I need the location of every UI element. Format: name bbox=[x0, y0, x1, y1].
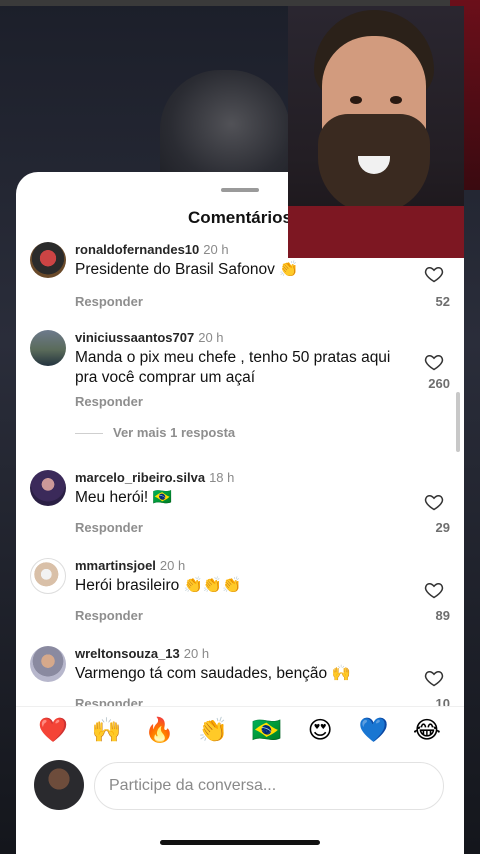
comment-header: ronaldofernandes10 20 h bbox=[75, 242, 229, 257]
comments-scrollbar[interactable] bbox=[456, 392, 460, 452]
raising-hands-emoji-button[interactable]: 🙌 bbox=[89, 714, 123, 748]
tears-of-joy-emoji-button[interactable]: 😂 bbox=[410, 714, 444, 748]
comment-username[interactable]: marcelo_ribeiro.silva bbox=[75, 470, 205, 485]
comment-username[interactable]: mmartinsjoel bbox=[75, 558, 156, 573]
like-count: 89 bbox=[435, 608, 450, 623]
heart-icon[interactable] bbox=[424, 580, 444, 600]
heart-icon[interactable] bbox=[424, 668, 444, 688]
comments-list[interactable]: ronaldofernandes10 20 h Presidente do Bra… bbox=[16, 236, 464, 706]
comment-text: Herói brasileiro 👏👏👏 bbox=[75, 577, 242, 594]
comment-username[interactable]: ronaldofernandes10 bbox=[75, 242, 199, 257]
heart-icon[interactable] bbox=[424, 492, 444, 512]
heart-eyes-emoji-button[interactable]: 😍 bbox=[303, 714, 337, 748]
like-count: 29 bbox=[435, 520, 450, 535]
view-more-replies-label: Ver mais 1 resposta bbox=[113, 425, 236, 440]
heart-icon[interactable] bbox=[424, 264, 444, 284]
comment-header: marcelo_ribeiro.silva 18 h bbox=[75, 470, 234, 485]
heart-icon[interactable] bbox=[424, 352, 444, 372]
comment-username[interactable]: viniciussaantos707 bbox=[75, 330, 194, 345]
emoji-quick-reactions: ❤️ 🙌 🔥 👏 🇧🇷 😍 💙 😂 bbox=[16, 706, 464, 754]
like-count: 10 bbox=[435, 696, 450, 706]
reply-button[interactable]: Responder bbox=[75, 294, 143, 309]
current-user-avatar[interactable] bbox=[34, 760, 84, 810]
brazil-flag-emoji-button[interactable]: 🇧🇷 bbox=[250, 714, 284, 748]
like-count: 260 bbox=[428, 376, 450, 391]
avatar[interactable] bbox=[30, 330, 66, 366]
red-heart-emoji-button[interactable]: ❤️ bbox=[36, 714, 70, 748]
sheet-drag-handle[interactable] bbox=[221, 188, 259, 192]
home-indicator[interactable] bbox=[160, 840, 320, 845]
comment-text: Presidente do Brasil Safonov 👏 bbox=[75, 261, 299, 278]
comment-input[interactable]: Participe da conversa... bbox=[94, 762, 444, 810]
reply-button[interactable]: Responder bbox=[75, 394, 143, 409]
reply-button[interactable]: Responder bbox=[75, 696, 143, 706]
divider bbox=[75, 433, 103, 435]
comments-sheet: Comentários ronaldofernandes10 20 h Presi… bbox=[16, 172, 464, 854]
comment-header: viniciussaantos707 20 h bbox=[75, 330, 224, 345]
avatar[interactable] bbox=[30, 646, 66, 682]
comment-composer: Participe da conversa... bbox=[16, 756, 464, 816]
streamer-eye bbox=[350, 96, 362, 104]
comment-text: Meu herói! 🇧🇷 bbox=[75, 489, 172, 506]
comment-time: 20 h bbox=[203, 242, 229, 257]
avatar[interactable] bbox=[30, 470, 66, 506]
like-count: 52 bbox=[435, 294, 450, 309]
streamer-video-overlay bbox=[288, 6, 464, 258]
reply-button[interactable]: Responder bbox=[75, 608, 143, 623]
streamer-shirt bbox=[288, 206, 464, 258]
blue-heart-emoji-button[interactable]: 💙 bbox=[357, 714, 391, 748]
clapping-hands-emoji-button[interactable]: 👏 bbox=[196, 714, 230, 748]
comment-header: mmartinsjoel 20 h bbox=[75, 558, 185, 573]
comment-text: Varmengo tá com saudades, benção 🙌 bbox=[75, 665, 351, 682]
fire-emoji-button[interactable]: 🔥 bbox=[143, 714, 177, 748]
streamer-eye bbox=[390, 96, 402, 104]
comment-text: Manda o pix meu chefe , tenho 50 pratas … bbox=[75, 349, 391, 386]
comment-username[interactable]: wreltonsouza_13 bbox=[75, 646, 180, 661]
avatar[interactable] bbox=[30, 558, 66, 594]
comment-time: 18 h bbox=[209, 470, 235, 485]
comment-time: 20 h bbox=[159, 558, 186, 573]
view-more-replies-button[interactable]: Ver mais 1 resposta bbox=[75, 425, 235, 440]
comment-time: 20 h bbox=[183, 646, 210, 661]
comment-header: wreltonsouza_13 20 h bbox=[75, 646, 209, 661]
reply-button[interactable]: Responder bbox=[75, 520, 143, 535]
comment-time: 20 h bbox=[198, 330, 224, 345]
avatar[interactable] bbox=[30, 242, 66, 278]
